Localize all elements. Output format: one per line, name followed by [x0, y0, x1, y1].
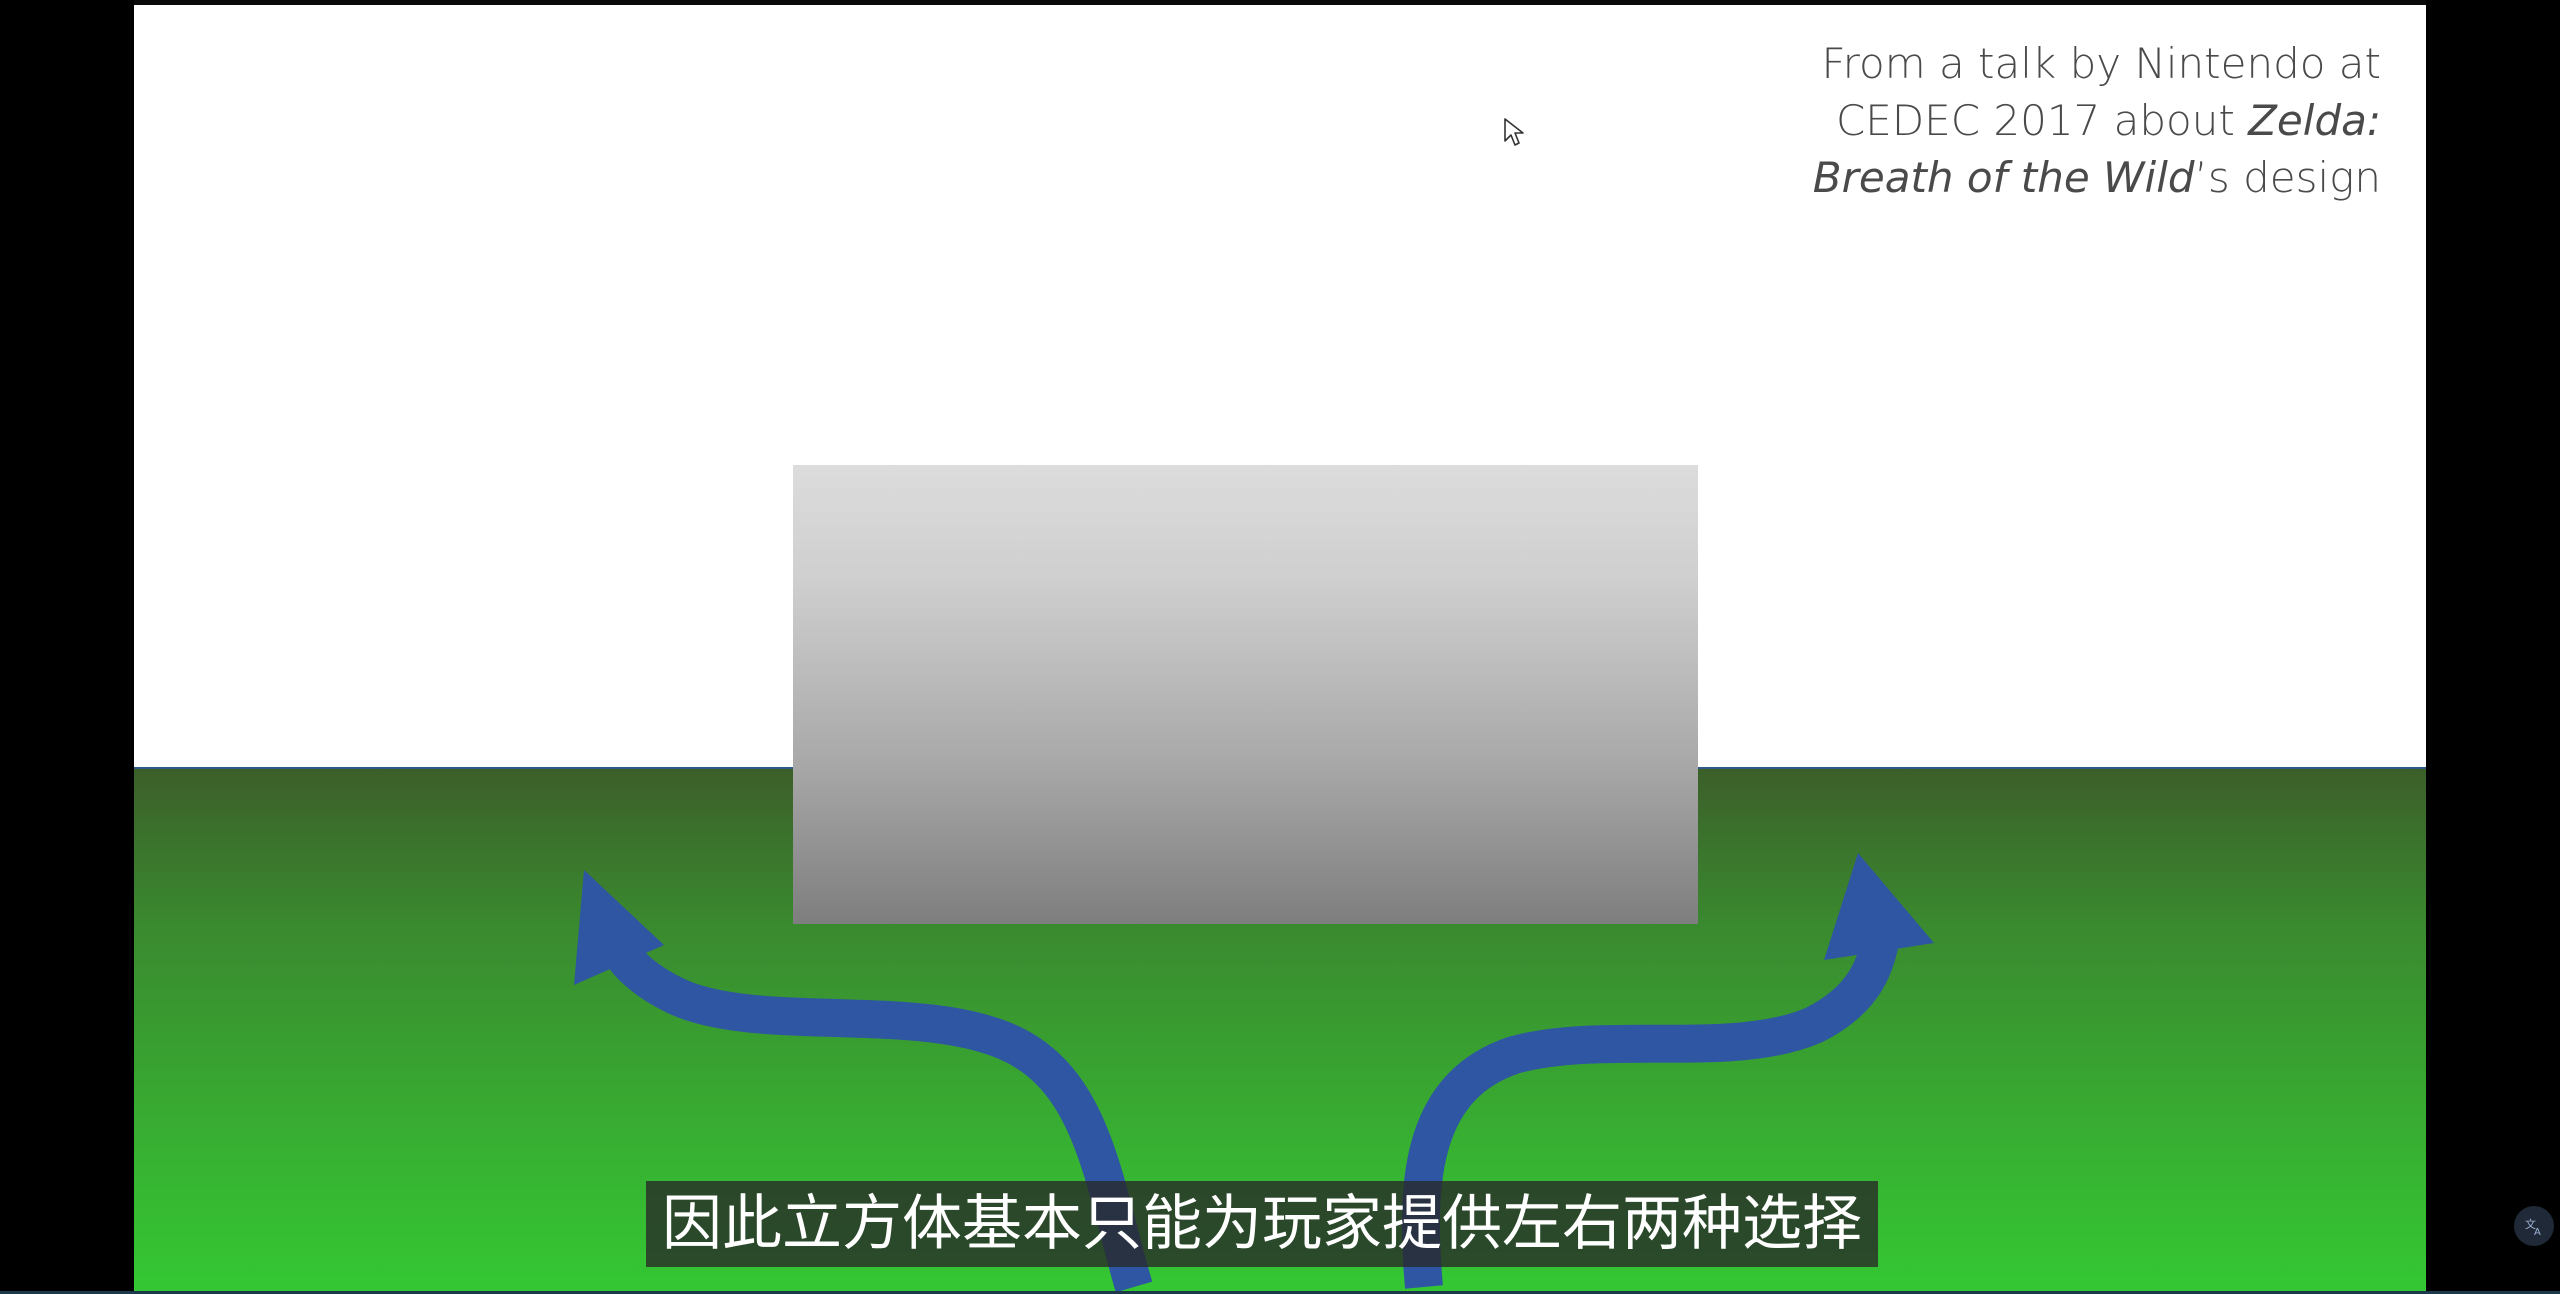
video-player[interactable]: From a talk by Nintendo at CEDEC 2017 ab…	[0, 0, 2560, 1294]
mouse-pointer-icon	[1504, 118, 1524, 146]
caption-line-2: CEDEC 2017 about Zelda:	[1681, 92, 2381, 149]
caption-line-3-text: ’s design	[2194, 153, 2381, 202]
caption-line-1: From a talk by Nintendo at	[1821, 39, 2381, 88]
svg-text:A: A	[2534, 1227, 2541, 1238]
slide-caption: From a talk by Nintendo at CEDEC 2017 ab…	[1681, 35, 2381, 206]
caption-title-part-1: Zelda:	[2248, 96, 2381, 145]
translate-icon: 文 A	[2525, 1217, 2541, 1238]
presentation-slide: From a talk by Nintendo at CEDEC 2017 ab…	[134, 5, 2426, 1292]
translate-button[interactable]: 文 A	[2514, 1206, 2554, 1246]
caption-line-2-text: CEDEC 2017 about	[1835, 96, 2249, 145]
caption-line-3: Breath of the Wild’s design	[1681, 149, 2381, 206]
caption-title-part-2: Breath of the Wild	[1812, 153, 2195, 202]
subtitle-overlay: 因此立方体基本只能为玩家提供左右两种选择	[646, 1181, 1878, 1267]
